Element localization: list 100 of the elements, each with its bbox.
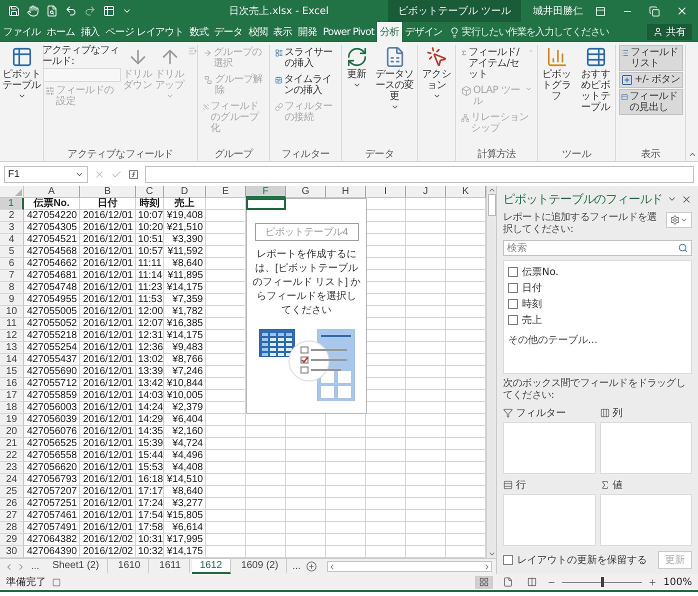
row-header[interactable]: 25 [0,486,24,498]
pivot-table-name: ピボットテーブル4 [254,223,358,241]
ribbon-button[interactable]: ピボットテーブル [2,45,42,101]
row-header[interactable]: 24 [0,474,24,486]
column-header[interactable]: E [206,186,246,198]
row-header[interactable]: 8 [0,282,24,294]
row-header[interactable]: 18 [0,402,24,414]
share-button[interactable]: 共有 [647,24,692,40]
column-header[interactable]: I [366,186,406,198]
ribbon-tab[interactable]: 開発 [295,22,320,42]
ribbon-tab[interactable]: ファイル [0,22,44,42]
more-sheets[interactable]: ... [28,561,42,572]
table-cell: 427056558 [24,450,80,462]
table-cell: ¥7,246 [164,366,206,378]
row-header[interactable]: 26 [0,498,24,510]
table-cell: 427054305 [24,222,80,234]
row-header[interactable]: 19 [0,414,24,426]
row-header[interactable]: 17 [0,390,24,402]
column-header[interactable]: G [286,186,326,198]
table-cell: 427055437 [24,354,80,366]
column-header[interactable]: C [136,186,164,198]
row-header[interactable]: 22 [0,450,24,462]
table-cell: ¥2,379 [164,402,206,414]
table-cell: 14:03 [136,390,164,402]
row-header[interactable]: 30 [0,546,24,558]
table-cell: ¥15,805 [164,510,206,522]
row-header[interactable]: 3 [0,222,24,234]
ribbon-tab[interactable]: デザイン [402,22,446,42]
column-header[interactable]: H [326,186,366,198]
ribbon-tab[interactable]: ページ レイアウト [102,22,186,42]
row-header[interactable]: 4 [0,234,24,246]
column-header[interactable]: B [80,186,136,198]
row-header[interactable]: 1 [0,198,24,210]
row-header[interactable]: 12 [0,330,24,342]
column-header[interactable]: A [24,186,80,198]
column-header[interactable]: D [164,186,206,198]
ribbon-tab[interactable]: Power Pivot [320,22,378,42]
more-sheets[interactable]: ... [289,561,304,572]
ribbon-tab[interactable]: 表示 [270,22,296,42]
table-cell: ¥3,277 [164,498,206,510]
ribbon-button[interactable]: アクション [420,45,454,101]
more-tables-link[interactable]: その他のテーブル... [508,333,687,347]
row-header[interactable]: 20 [0,426,24,438]
row-header[interactable]: 13 [0,342,24,354]
header-cell: 売上 [164,198,206,210]
column-header[interactable]: K [446,186,486,198]
ribbon-tab[interactable]: データ [211,22,246,42]
row-header[interactable]: 21 [0,438,24,450]
table-cell: 2016/12/01 [80,378,136,390]
row-header[interactable]: 7 [0,270,24,282]
ribbon-button[interactable]: フィールドリスト [618,45,682,71]
ribbon-tab[interactable]: 校閲 [245,22,270,42]
table-cell: ¥4,724 [164,438,206,450]
table-cell: 10:31 [136,534,164,546]
row-header[interactable]: 16 [0,378,24,390]
ribbon-button[interactable]: 更新 [342,45,370,90]
table-cell: 427054748 [24,282,80,294]
table-cell: 14:29 [136,414,164,426]
tell-me-field[interactable]: 実行したい作業を入力してください [448,22,647,42]
name-box[interactable]: F1 [4,166,88,182]
ribbon-button[interactable]: データソースの変更 [372,45,416,112]
group-label: フィルター [280,148,330,161]
row-header[interactable]: 14 [0,354,24,366]
row-header[interactable]: 10 [0,306,24,318]
area-label: 値 [612,479,622,492]
row-header[interactable]: 29 [0,534,24,546]
table-cell: ¥21,510 [164,222,206,234]
table-cell: 2016/12/02 [80,534,136,546]
row-header[interactable]: 28 [0,522,24,534]
table-cell: 427056620 [24,462,80,474]
ribbon-button[interactable]: タイムラインの挿入 [272,72,338,98]
ribbon-tab[interactable]: 分析 [377,22,402,42]
row-header[interactable]: 6 [0,258,24,270]
row-header[interactable]: 11 [0,318,24,330]
ribbon-button[interactable]: おすすめピボットテーブル [576,45,614,114]
row-header[interactable]: 2 [0,210,24,222]
table-cell: 427055218 [24,330,80,342]
sheet-tab[interactable]: 1612 [192,559,232,574]
area-label: 行 [516,479,526,492]
ribbon-button[interactable]: フィールドの見出し [618,89,682,115]
ribbon-button[interactable]: +/- ボタン [618,72,682,88]
row-header[interactable]: 23 [0,462,24,474]
area-label: 列 [612,407,622,420]
ribbon-tab[interactable]: ホーム [44,22,78,42]
row-header[interactable]: 27 [0,510,24,522]
ribbon-tab[interactable]: 挿入 [78,22,103,42]
panel-title: ピボットテーブルのフィールド [503,190,663,208]
row-header[interactable]: 9 [0,294,24,306]
ribbon-tab[interactable]: 数式 [186,22,212,42]
ribbon-button[interactable]: スライサーの挿入 [272,45,338,71]
row-header[interactable]: 15 [0,366,24,378]
column-header[interactable]: J [406,186,446,198]
group-label: 計算方法 [476,148,517,161]
row-header[interactable]: 5 [0,246,24,258]
ribbon-button[interactable]: ピボットグラフ [538,45,574,103]
search-field[interactable]: 検索 [503,240,692,256]
column-header[interactable]: F [246,186,286,198]
table-cell: 2016/12/01 [80,426,136,438]
table-cell: ¥11,895 [164,270,206,282]
ribbon-button[interactable]: フィールド/アイテム/セット [458,45,534,82]
